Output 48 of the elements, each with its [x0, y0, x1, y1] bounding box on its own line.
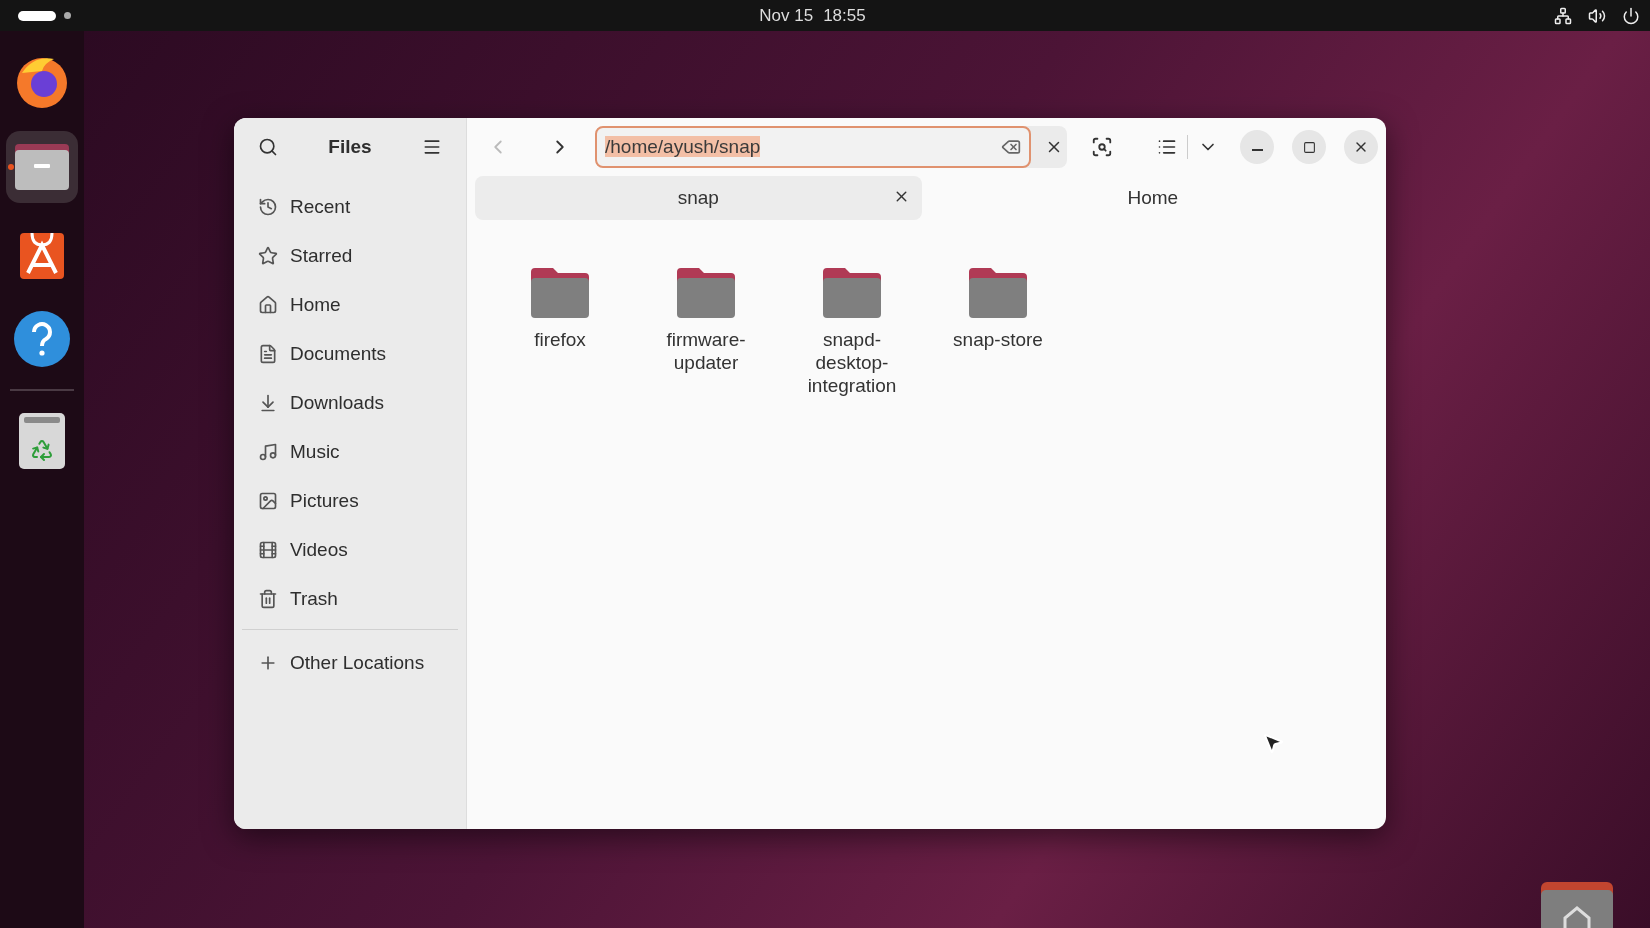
recent-icon [258, 196, 278, 217]
sidebar-item[interactable]: Videos [290, 538, 348, 561]
starred-icon [258, 245, 278, 266]
maximize-icon [1302, 140, 1316, 154]
documents-icon [258, 343, 278, 364]
sidebar-item[interactable]: Pictures [290, 489, 359, 512]
pictures-icon [258, 490, 278, 511]
sidebar-item[interactable]: Documents [290, 342, 387, 365]
menu-icon [422, 137, 442, 157]
dock-app-button[interactable] [6, 131, 78, 203]
running-indicator [8, 164, 14, 170]
tab[interactable]: snap [475, 176, 922, 220]
power-icon[interactable] [1622, 6, 1640, 25]
sidebar-item[interactable]: Home [290, 293, 341, 316]
music-icon [258, 441, 278, 462]
volume-icon[interactable] [1588, 6, 1606, 25]
sidebar-item[interactable]: Trash [290, 587, 338, 610]
folder-icon [13, 142, 71, 192]
sidebar-item[interactable]: Downloads [290, 391, 384, 414]
sidebar-item[interactable]: Other Locations [290, 651, 425, 674]
sidebar-item[interactable]: Music [290, 440, 340, 463]
folder-name[interactable]: snapd- desktop- integration [807, 328, 897, 397]
trash-icon [258, 588, 278, 609]
videos-icon [258, 539, 278, 560]
sidebar-item[interactable]: Starred [290, 244, 353, 267]
window-title: Files [328, 136, 372, 158]
workspace-indicator[interactable] [18, 10, 56, 21]
help-icon [13, 310, 71, 368]
folder-name[interactable]: snap-store [953, 328, 1043, 351]
folder-name[interactable]: firefox [534, 328, 586, 351]
path-field[interactable]: /home/ayush/snap [595, 126, 1031, 168]
list-icon [1157, 137, 1177, 157]
tab[interactable]: Home [929, 176, 1376, 220]
maximize-button[interactable] [1292, 130, 1326, 164]
sidebar-item[interactable]: Recent [290, 195, 351, 218]
date-text[interactable]: Nov 15 [759, 5, 814, 26]
path-text: /home/ayush/snap [605, 136, 761, 157]
workspace-indicator[interactable] [64, 12, 71, 19]
home-icon [258, 294, 278, 315]
backspace-icon[interactable] [1001, 137, 1021, 157]
time-text[interactable]: 18:55 [823, 5, 866, 26]
network-icon[interactable] [1554, 6, 1572, 25]
search-icon [258, 137, 278, 157]
downloads-icon [258, 392, 278, 413]
trash-icon [18, 412, 66, 470]
search-icon [1091, 136, 1113, 158]
folder-name[interactable]: firmware- updater [666, 328, 746, 374]
minimize-icon [1251, 149, 1263, 151]
